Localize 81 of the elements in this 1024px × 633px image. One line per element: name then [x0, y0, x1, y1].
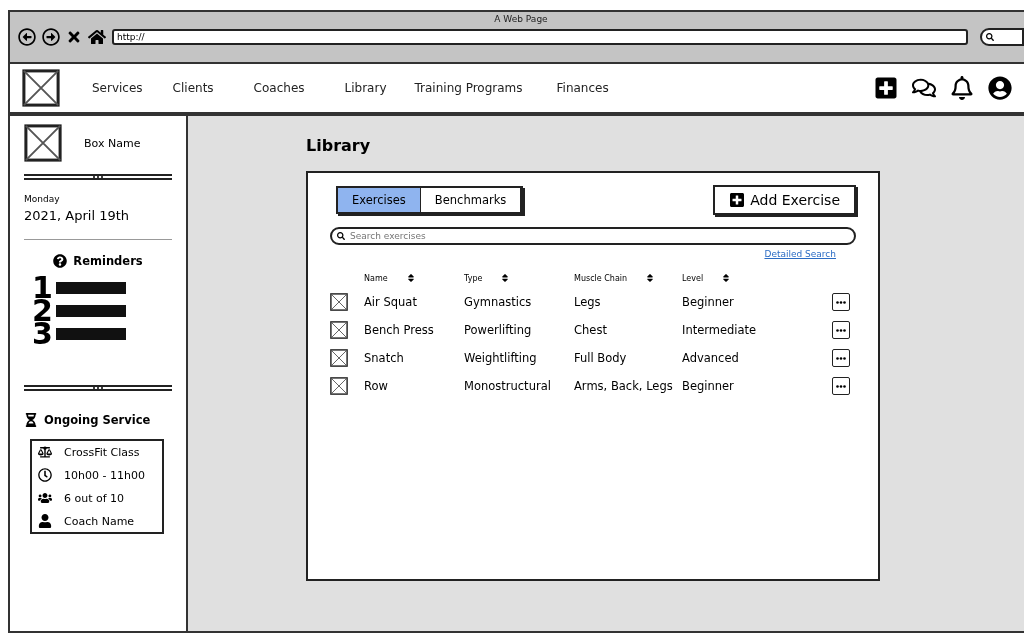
table-cell-text: Beginner [682, 295, 735, 309]
home-icon[interactable] [88, 28, 106, 46]
box-name: Box Name [84, 136, 141, 150]
nav-link[interactable]: Library [344, 81, 387, 95]
image-placeholder [330, 321, 348, 339]
image-placeholder [330, 377, 348, 395]
date-label: 2021, April 19th [24, 208, 131, 223]
search-field[interactable]: Search exercises [330, 227, 856, 245]
table-cell-text: Advanced [682, 351, 740, 365]
table-cell-text: Monostructural [464, 379, 552, 393]
page-title: Library [306, 136, 372, 155]
clock-icon [38, 468, 52, 482]
table-cell-text: Arms, Back, Legs [574, 379, 674, 393]
sort-icon[interactable] [405, 273, 416, 283]
table-cell-text: Snatch [364, 351, 405, 365]
more-icon [836, 384, 846, 388]
service-detail: 6 out of 10 [64, 491, 125, 505]
table-cell-text: Chest [574, 323, 608, 337]
browser-search-field[interactable] [980, 28, 1024, 46]
chat-icon[interactable] [912, 76, 936, 100]
column-header: Level [682, 273, 704, 283]
table-cell-text: Row [364, 379, 389, 393]
more-button[interactable] [832, 377, 850, 395]
reminders-title: Reminders [73, 254, 143, 268]
back-icon[interactable] [18, 28, 36, 46]
close-icon[interactable] [66, 29, 82, 45]
add-exercise-button[interactable]: Add Exercise [713, 185, 856, 215]
service-detail: CrossFit Class [64, 445, 140, 459]
column-header: Muscle Chain [574, 273, 628, 283]
tab[interactable]: Exercises [338, 188, 421, 212]
service-detail: 10h00 - 11h00 [64, 468, 145, 482]
service-detail: Coach Name [64, 514, 135, 528]
sort-icon[interactable] [500, 273, 511, 283]
add-icon[interactable] [874, 76, 898, 100]
table-cell-text: Intermediate [682, 323, 758, 337]
table-cell-text: Full Body [574, 351, 628, 365]
add-icon [729, 192, 746, 208]
column-header: Name [364, 273, 388, 283]
table-cell-text: Weightlifting [464, 351, 538, 365]
table-cell-text: Beginner [682, 379, 735, 393]
search-icon [337, 232, 345, 240]
more-button[interactable] [832, 293, 850, 311]
help-icon [53, 254, 68, 268]
table-cell-text: Bench Press [364, 323, 435, 337]
search-icon [986, 33, 994, 41]
bell-icon[interactable] [950, 76, 974, 100]
table-cell-text: Gymnastics [464, 295, 533, 309]
people-icon [38, 491, 52, 505]
table-cell-text: Powerlifting [464, 323, 533, 337]
sort-icon[interactable] [721, 273, 732, 283]
logo-placeholder [24, 124, 62, 162]
more-button[interactable] [832, 321, 850, 339]
more-icon [836, 300, 846, 304]
person-icon [38, 514, 52, 528]
detailed-search-link[interactable]: Detailed Search [330, 249, 836, 259]
profile-icon[interactable] [988, 76, 1012, 100]
image-placeholder [330, 293, 348, 311]
more-button[interactable] [832, 349, 850, 367]
nav-link[interactable]: Services [92, 81, 143, 95]
nav-link[interactable]: Finances [556, 81, 609, 95]
reminder-bar [56, 304, 126, 317]
column-header: Type [464, 273, 483, 283]
nav-link[interactable]: Training Programs [414, 81, 523, 95]
nav-link[interactable]: Clients [172, 81, 214, 95]
table-cell-text: Legs [574, 295, 602, 309]
address-field[interactable]: http:// [112, 29, 968, 45]
sort-icon[interactable] [645, 273, 656, 283]
nav-link[interactable]: Coaches [253, 81, 305, 95]
day-label: Monday [24, 194, 61, 204]
forward-icon[interactable] [42, 28, 60, 46]
hourglass-icon [24, 413, 38, 427]
table-cell-text: Air Squat [364, 295, 418, 309]
logo-placeholder [22, 69, 60, 107]
scale-icon [38, 445, 52, 459]
service-title: Ongoing Service [44, 413, 151, 427]
image-placeholder [330, 349, 348, 367]
window-title: A Web Page [493, 14, 549, 24]
more-icon [836, 356, 846, 360]
more-icon [836, 328, 846, 332]
reminder-bar [56, 281, 126, 294]
reminder-bar [56, 327, 126, 340]
